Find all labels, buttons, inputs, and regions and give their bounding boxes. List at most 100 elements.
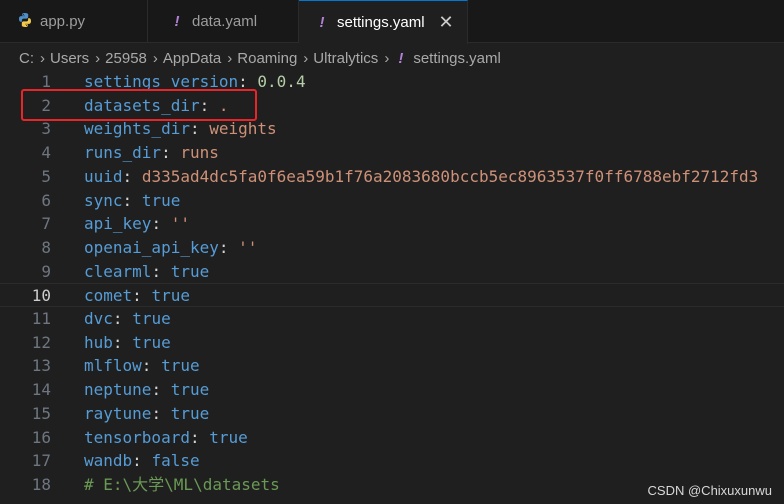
code-line[interactable]: 4 runs_dir: runs <box>0 141 784 165</box>
yaml-colon: : <box>218 237 229 257</box>
yaml-colon: : <box>122 190 133 210</box>
line-number: 4 <box>41 143 51 163</box>
yaml-value: weights <box>209 119 277 139</box>
line-number: 5 <box>41 166 51 186</box>
yaml-value: true <box>209 427 248 447</box>
yaml-key: sync <box>84 190 123 210</box>
breadcrumb-item-drive[interactable]: C: <box>19 50 34 67</box>
tab-label: app.py <box>40 13 86 30</box>
line-number: 18 <box>31 474 51 494</box>
code-line[interactable]: 15 raytune: true <box>0 402 784 426</box>
code-text: settings_version: 0.0.4 <box>84 70 306 94</box>
chevron-right-icon: › <box>40 49 45 67</box>
yaml-key: weights_dir <box>84 119 190 139</box>
line-number: 14 <box>31 380 51 400</box>
yaml-value: true <box>170 403 210 423</box>
code-line[interactable]: 1 settings_version: 0.0.4 <box>0 70 784 94</box>
breadcrumb: C: › Users › 25958 › AppData › Roaming ›… <box>0 44 784 72</box>
breadcrumb-item-appdata[interactable]: AppData <box>163 50 221 67</box>
tab-app-py[interactable]: app.py <box>0 0 148 43</box>
code-line[interactable]: 17 wandb: false <box>0 449 784 473</box>
code-editor[interactable]: 1 settings_version: 0.0.4 2 datasets_dir: .… <box>0 70 784 504</box>
code-text: openai_api_key: '' <box>84 236 257 260</box>
line-number: 12 <box>31 332 51 352</box>
yaml-key: comet <box>84 286 133 306</box>
yaml-colon: : <box>112 309 123 328</box>
line-number: 8 <box>41 237 51 257</box>
tab-label: settings.yaml <box>337 14 425 31</box>
yaml-value: d335ad4dc5fa0f6ea59b1f76a2083680bccb5ec8… <box>141 166 759 186</box>
yaml-colon: : <box>132 286 142 306</box>
yaml-key: settings_version <box>84 72 239 91</box>
breadcrumb-item-roaming[interactable]: Roaming <box>237 50 297 67</box>
line-number: 13 <box>31 356 51 376</box>
line-number: 7 <box>41 214 51 234</box>
breadcrumb-item-user[interactable]: 25958 <box>105 50 147 67</box>
yaml-value: true <box>132 332 171 352</box>
yaml-value: 0.0.4 <box>257 72 306 91</box>
yaml-colon: : <box>189 427 200 447</box>
yaml-key: raytune <box>84 403 152 423</box>
yaml-colon: : <box>151 214 162 234</box>
breadcrumb-item-users[interactable]: Users <box>50 50 89 67</box>
code-line[interactable]: 10 comet: true <box>0 283 784 307</box>
line-number: 1 <box>41 72 51 91</box>
code-line[interactable]: 11 dvc: true <box>0 307 784 331</box>
line-number: 16 <box>31 427 51 447</box>
line-number: 11 <box>31 309 51 328</box>
code-line[interactable]: 16 tensorboard: true <box>0 426 784 450</box>
yaml-value: true <box>151 286 190 306</box>
code-text: hub: true <box>84 331 171 355</box>
yaml-key: neptune <box>84 380 152 400</box>
yaml-key: tensorboard <box>84 427 190 447</box>
code-line[interactable]: 14 neptune: true <box>0 378 784 402</box>
tab-settings-yaml[interactable]: ! settings.yaml ✕ <box>299 0 468 44</box>
chevron-right-icon: › <box>384 49 390 67</box>
watermark: CSDN @Chixuxunwu <box>647 483 772 498</box>
chevron-right-icon: › <box>303 49 309 67</box>
tab-data-yaml[interactable]: ! data.yaml <box>148 0 299 43</box>
yaml-value: true <box>141 190 181 210</box>
yaml-key: wandb <box>84 451 133 471</box>
code-text: # E:\大学\ML\datasets <box>84 473 280 497</box>
code-line[interactable]: 9 clearml: true <box>0 260 784 284</box>
yaml-colon: : <box>112 332 123 352</box>
yaml-value: true <box>161 356 200 376</box>
code-text: datasets_dir: . <box>84 94 229 118</box>
yaml-key: runs_dir <box>84 143 162 163</box>
code-line[interactable]: 12 hub: true <box>0 331 784 355</box>
code-line[interactable]: 5 uuid: d335ad4dc5fa0f6ea59b1f76a2083680b… <box>0 165 784 189</box>
breadcrumb-item-file[interactable]: settings.yaml <box>413 50 501 67</box>
yaml-colon: : <box>132 451 142 471</box>
yaml-key: dvc <box>84 309 113 328</box>
yaml-colon: : <box>238 72 248 91</box>
yaml-colon: : <box>161 143 171 163</box>
code-text: wandb: false <box>84 449 200 473</box>
code-line[interactable]: 8 openai_api_key: '' <box>0 236 784 260</box>
code-text: sync: true <box>84 189 180 213</box>
yaml-value: '' <box>238 237 258 257</box>
breadcrumb-item-ultralytics[interactable]: Ultralytics <box>313 50 378 67</box>
chevron-right-icon: › <box>95 49 101 67</box>
yaml-key: datasets_dir <box>84 95 200 115</box>
chevron-right-icon: › <box>152 49 158 67</box>
code-line[interactable]: 3 weights_dir: weights <box>0 117 784 141</box>
close-icon[interactable]: ✕ <box>439 12 454 33</box>
yaml-value: . <box>218 95 229 115</box>
code-text: runs_dir: runs <box>84 141 219 165</box>
yaml-value: true <box>170 261 210 281</box>
line-number: 15 <box>31 403 51 423</box>
yaml-icon: ! <box>174 13 180 30</box>
tab-label: data.yaml <box>192 13 258 30</box>
line-number: 3 <box>41 119 51 139</box>
line-number: 2 <box>41 95 51 115</box>
line-number: 10 <box>31 286 51 306</box>
yaml-key: hub <box>84 332 113 352</box>
code-text: raytune: true <box>84 402 209 426</box>
code-line[interactable]: 6 sync: true <box>0 189 784 213</box>
chevron-right-icon: › <box>227 49 233 67</box>
code-line[interactable]: 2 datasets_dir: . <box>0 94 784 118</box>
code-line[interactable]: 13 mlflow: true <box>0 354 784 378</box>
code-line[interactable]: 7 api_key: '' <box>0 212 784 236</box>
yaml-colon: : <box>151 403 162 423</box>
